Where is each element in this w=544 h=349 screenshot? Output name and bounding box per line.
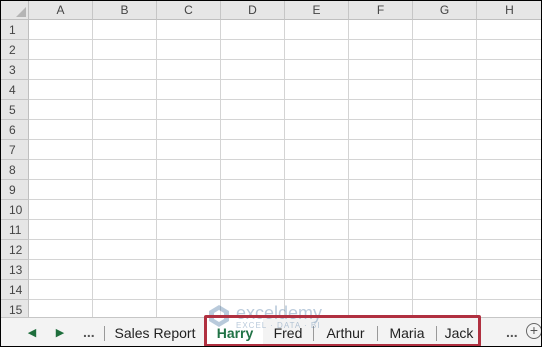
grid-line <box>220 20 221 317</box>
grid-line <box>29 159 541 160</box>
column-header-h[interactable]: H <box>477 1 541 20</box>
excel-window: A B C D E F G H 1 2 3 4 5 6 7 8 9 10 11 … <box>0 0 542 347</box>
row-header-10[interactable]: 10 <box>1 200 29 220</box>
grid-line <box>29 139 541 140</box>
more-sheets-left-button[interactable]: ... <box>83 318 95 346</box>
tab-separator <box>104 326 105 341</box>
row-header-1[interactable]: 1 <box>1 20 29 40</box>
row-header-5[interactable]: 5 <box>1 100 29 120</box>
row-header-9[interactable]: 9 <box>1 180 29 200</box>
grid-line <box>29 79 541 80</box>
grid-line <box>29 299 541 300</box>
next-sheet-icon[interactable]: ▶ <box>51 318 69 346</box>
row-header-2[interactable]: 2 <box>1 40 29 60</box>
grid-line <box>476 20 477 317</box>
sheet-tab-sales-report[interactable]: Sales Report <box>107 318 203 346</box>
grid-line <box>92 20 93 317</box>
column-header-e[interactable]: E <box>285 1 349 20</box>
grid-line <box>284 20 285 317</box>
row-header-14[interactable]: 14 <box>1 280 29 300</box>
grid-line <box>29 259 541 260</box>
column-header-g[interactable]: G <box>413 1 477 20</box>
prev-sheet-icon[interactable]: ◀ <box>23 318 41 346</box>
add-sheet-icon[interactable]: + <box>526 323 541 339</box>
column-header-c[interactable]: C <box>157 1 221 20</box>
highlighted-sheet-tabs-box <box>204 315 481 346</box>
grid-line <box>29 219 541 220</box>
grid-line <box>29 59 541 60</box>
column-header-d[interactable]: D <box>221 1 285 20</box>
grid-line <box>29 239 541 240</box>
grid-line <box>29 39 541 40</box>
row-header-13[interactable]: 13 <box>1 260 29 280</box>
row-header-7[interactable]: 7 <box>1 140 29 160</box>
column-header-a[interactable]: A <box>29 1 93 20</box>
grid-line <box>412 20 413 317</box>
row-header-6[interactable]: 6 <box>1 120 29 140</box>
row-header-4[interactable]: 4 <box>1 80 29 100</box>
row-header-11[interactable]: 11 <box>1 220 29 240</box>
select-all-triangle-icon <box>16 7 26 17</box>
select-all-corner[interactable] <box>1 1 29 20</box>
row-header-3[interactable]: 3 <box>1 60 29 80</box>
grid-line <box>29 119 541 120</box>
more-sheets-right-button[interactable]: ... <box>506 318 518 346</box>
grid-line <box>29 179 541 180</box>
grid-line <box>29 279 541 280</box>
grid-line <box>29 99 541 100</box>
row-header-12[interactable]: 12 <box>1 240 29 260</box>
column-header-f[interactable]: F <box>349 1 413 20</box>
grid-line <box>156 20 157 317</box>
column-header-b[interactable]: B <box>93 1 157 20</box>
row-header-8[interactable]: 8 <box>1 160 29 180</box>
grid-line <box>29 199 541 200</box>
grid-line <box>348 20 349 317</box>
